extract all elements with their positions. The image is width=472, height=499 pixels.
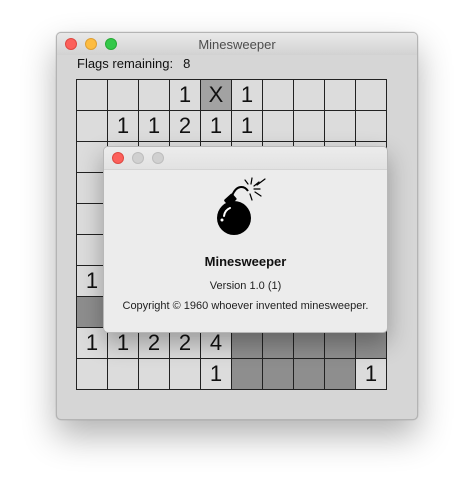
mine-cell[interactable]: 1 xyxy=(170,80,201,111)
mine-cell[interactable] xyxy=(77,359,108,390)
board-row: 11 xyxy=(77,359,387,390)
about-copyright: Copyright © 1960 whoever invented minesw… xyxy=(122,300,369,312)
flags-remaining: Flags remaining: 8 xyxy=(77,56,190,71)
mine-cell[interactable] xyxy=(294,111,325,142)
about-panel: Minesweeper Version 1.0 (1) Copyright © … xyxy=(103,146,388,333)
window-title: Minesweeper xyxy=(198,37,276,52)
mine-cell[interactable] xyxy=(77,80,108,111)
mine-cell[interactable] xyxy=(170,359,201,390)
mine-cell[interactable] xyxy=(232,359,263,390)
flagged-cell[interactable]: X xyxy=(201,80,232,111)
mine-cell[interactable]: 1 xyxy=(232,111,263,142)
about-version: Version 1.0 (1) xyxy=(209,280,282,292)
flags-label: Flags remaining: xyxy=(77,56,174,71)
mine-cell[interactable]: 2 xyxy=(170,111,201,142)
mine-cell[interactable]: 1 xyxy=(108,111,139,142)
mine-cell[interactable] xyxy=(294,359,325,390)
flags-count: 8 xyxy=(183,56,191,71)
about-app-name: Minesweeper xyxy=(204,254,287,269)
mine-cell[interactable] xyxy=(294,80,325,111)
mine-cell[interactable]: 1 xyxy=(139,111,170,142)
mine-cell[interactable] xyxy=(325,80,356,111)
about-minimize-button xyxy=(132,152,144,164)
mine-cell[interactable] xyxy=(139,359,170,390)
title-bar[interactable]: Minesweeper xyxy=(57,33,417,55)
mine-cell[interactable] xyxy=(108,359,139,390)
board-row: 1X1 xyxy=(77,80,387,111)
mine-cell[interactable]: 1 xyxy=(201,359,232,390)
mine-cell[interactable] xyxy=(263,359,294,390)
mine-cell[interactable]: 1 xyxy=(77,328,108,359)
about-close-button[interactable] xyxy=(112,152,124,164)
mine-cell[interactable] xyxy=(263,80,294,111)
about-zoom-button xyxy=(152,152,164,164)
mine-cell[interactable]: 1 xyxy=(232,80,263,111)
mine-cell[interactable] xyxy=(356,111,387,142)
mine-cell[interactable]: 1 xyxy=(201,111,232,142)
mine-cell[interactable] xyxy=(356,80,387,111)
mine-cell[interactable]: 1 xyxy=(356,359,387,390)
mine-cell[interactable] xyxy=(325,359,356,390)
board-row: 11211 xyxy=(77,111,387,142)
mine-cell[interactable] xyxy=(108,80,139,111)
mine-cell[interactable] xyxy=(77,111,108,142)
mine-cell[interactable] xyxy=(139,80,170,111)
about-title-bar[interactable] xyxy=(104,147,387,170)
bomb-icon xyxy=(217,177,266,235)
mine-cell[interactable] xyxy=(263,111,294,142)
mine-cell[interactable] xyxy=(325,111,356,142)
